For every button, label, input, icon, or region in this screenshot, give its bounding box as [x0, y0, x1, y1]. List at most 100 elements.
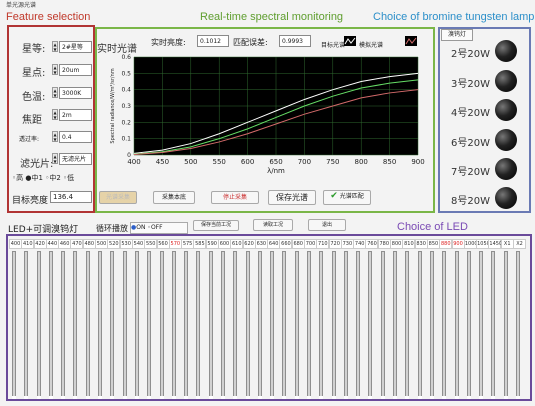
- led-channel-slider[interactable]: [356, 251, 361, 399]
- filter-spinner[interactable]: ▲ ▼: [52, 153, 58, 164]
- led-channel-slider[interactable]: [48, 251, 53, 399]
- led-channel-slider[interactable]: [442, 251, 447, 399]
- collect-background-button[interactable]: 采集本底: [153, 191, 195, 204]
- led-slider-thumb[interactable]: [36, 396, 41, 399]
- led-slider-thumb[interactable]: [307, 396, 312, 399]
- led-slider-thumb[interactable]: [85, 396, 90, 399]
- led-channel-slider[interactable]: [110, 251, 115, 399]
- radio-high[interactable]: ◦高: [12, 174, 23, 182]
- focal-spinner[interactable]: ▲ ▼: [52, 109, 58, 120]
- led-channel-slider[interactable]: [73, 251, 78, 399]
- led-slider-thumb[interactable]: [48, 396, 53, 399]
- led-channel-slider[interactable]: [282, 251, 287, 399]
- spectrum-match-button[interactable]: ✔ 光谱匹配: [323, 190, 371, 205]
- led-slider-thumb[interactable]: [208, 396, 213, 399]
- led-channel-slider[interactable]: [319, 251, 324, 399]
- led-slider-thumb[interactable]: [233, 396, 238, 399]
- led-slider-thumb[interactable]: [61, 396, 66, 399]
- led-channel-slider[interactable]: [36, 251, 41, 399]
- save-spectrum-button[interactable]: 保存光谱: [268, 190, 316, 205]
- transmittance-input[interactable]: 0.4: [59, 131, 92, 143]
- led-channel-slider[interactable]: [270, 251, 275, 399]
- led-channel-slider[interactable]: [503, 251, 508, 399]
- led-slider-thumb[interactable]: [282, 396, 287, 399]
- led-channel-slider[interactable]: [491, 251, 496, 399]
- lamp-4-control[interactable]: 6号20W: [451, 129, 521, 151]
- led-slider-thumb[interactable]: [491, 396, 496, 399]
- magnitude-input[interactable]: 2#星等: [59, 41, 92, 53]
- led-channel-slider[interactable]: [368, 251, 373, 399]
- radio-mid2[interactable]: ◦中2: [45, 174, 61, 182]
- spectrum-acquire-button[interactable]: 光谱采集: [99, 191, 137, 204]
- color-temp-spinner[interactable]: ▲ ▼: [52, 87, 58, 98]
- led-slider-thumb[interactable]: [319, 396, 324, 399]
- led-channel-slider[interactable]: [184, 251, 189, 399]
- led-slider-thumb[interactable]: [159, 396, 164, 399]
- led-channel-slider[interactable]: [516, 251, 520, 399]
- led-slider-thumb[interactable]: [466, 396, 471, 399]
- led-channel-slider[interactable]: [233, 251, 238, 399]
- lamp-knob-icon[interactable]: [495, 129, 517, 151]
- loop-off-option[interactable]: ◦OFF: [147, 224, 162, 231]
- led-slider-thumb[interactable]: [368, 396, 373, 399]
- led-slider-thumb[interactable]: [257, 396, 262, 399]
- led-channel-slider[interactable]: [454, 251, 459, 399]
- loop-toggle[interactable]: ●ON ◦OFF: [130, 222, 188, 234]
- led-slider-thumb[interactable]: [343, 396, 348, 399]
- led-slider-thumb[interactable]: [12, 396, 16, 399]
- led-slider-thumb[interactable]: [122, 396, 127, 399]
- exit-button[interactable]: 退出: [308, 219, 346, 231]
- led-slider-thumb[interactable]: [380, 396, 385, 399]
- lamp-1-control[interactable]: 2号20W: [451, 40, 521, 62]
- led-channel-slider[interactable]: [466, 251, 471, 399]
- lamp-3-control[interactable]: 4号20W: [451, 99, 521, 121]
- led-slider-thumb[interactable]: [134, 396, 139, 399]
- led-slider-thumb[interactable]: [220, 396, 225, 399]
- radio-low[interactable]: ◦低: [63, 174, 74, 182]
- led-slider-thumb[interactable]: [454, 396, 459, 399]
- led-slider-thumb[interactable]: [516, 396, 520, 399]
- led-slider-thumb[interactable]: [73, 396, 78, 399]
- led-slider-thumb[interactable]: [245, 396, 250, 399]
- focal-input[interactable]: 2m: [59, 109, 92, 121]
- led-channel-slider[interactable]: [343, 251, 348, 399]
- star-point-spinner[interactable]: ▲ ▼: [52, 64, 58, 75]
- led-channel-slider[interactable]: [257, 251, 262, 399]
- led-slider-thumb[interactable]: [417, 396, 422, 399]
- transmittance-spinner[interactable]: ▲ ▼: [52, 131, 58, 142]
- lamp-6-control[interactable]: 8号20W: [451, 187, 521, 209]
- led-slider-thumb[interactable]: [405, 396, 410, 399]
- radio-mid1[interactable]: ●中1: [25, 174, 43, 182]
- led-channel-slider[interactable]: [147, 251, 152, 399]
- lamp-2-control[interactable]: 3号20W: [451, 70, 521, 92]
- color-temp-input[interactable]: 3000K: [59, 87, 92, 99]
- led-channel-slider[interactable]: [12, 251, 16, 399]
- led-channel-slider[interactable]: [85, 251, 90, 399]
- led-slider-thumb[interactable]: [479, 396, 484, 399]
- led-channel-slider[interactable]: [429, 251, 434, 399]
- led-channel-slider[interactable]: [331, 251, 336, 399]
- led-channel-slider[interactable]: [393, 251, 398, 399]
- led-slider-thumb[interactable]: [196, 396, 201, 399]
- lamp-knob-icon[interactable]: [495, 40, 517, 62]
- led-channel-slider[interactable]: [171, 251, 176, 399]
- led-slider-thumb[interactable]: [184, 396, 189, 399]
- lamp-knob-icon[interactable]: [495, 70, 517, 92]
- read-condition-button[interactable]: 读取工况: [253, 219, 293, 231]
- led-channel-slider[interactable]: [98, 251, 103, 399]
- led-channel-slider[interactable]: [405, 251, 410, 399]
- led-slider-thumb[interactable]: [110, 396, 115, 399]
- led-slider-thumb[interactable]: [171, 396, 176, 399]
- filter-input[interactable]: 无滤光片: [59, 153, 92, 165]
- lamp-knob-icon[interactable]: [495, 187, 517, 209]
- magnitude-spinner[interactable]: ▲ ▼: [52, 41, 58, 52]
- led-channel-slider[interactable]: [479, 251, 484, 399]
- led-slider-thumb[interactable]: [270, 396, 275, 399]
- led-slider-thumb[interactable]: [147, 396, 152, 399]
- led-channel-slider[interactable]: [245, 251, 250, 399]
- led-channel-slider[interactable]: [61, 251, 66, 399]
- led-slider-thumb[interactable]: [503, 396, 508, 399]
- led-channel-slider[interactable]: [208, 251, 213, 399]
- led-slider-thumb[interactable]: [442, 396, 447, 399]
- led-channel-slider[interactable]: [307, 251, 312, 399]
